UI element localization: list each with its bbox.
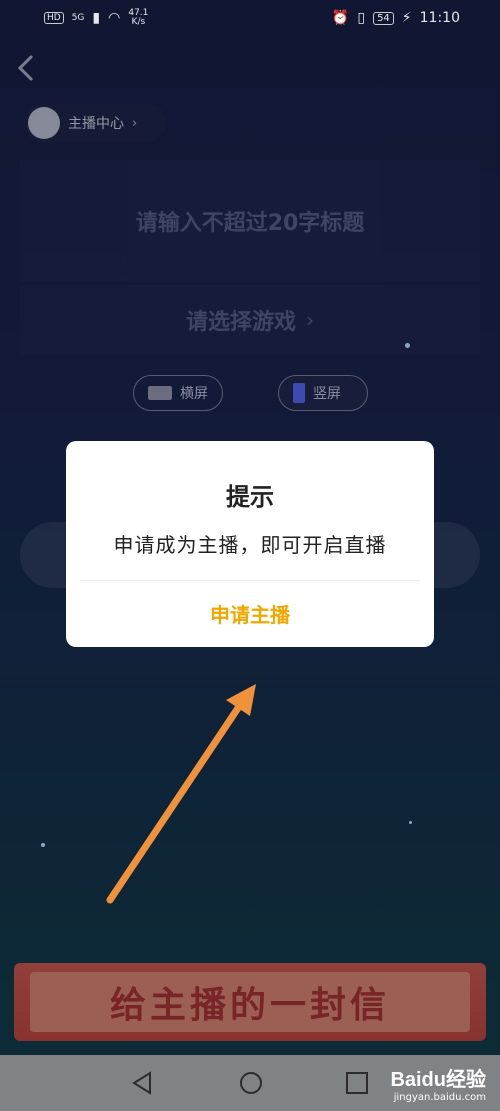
letter-banner-label: 给主播的一封信 [109, 985, 390, 1026]
watermark-url: jingyan.baidu.com [393, 1092, 486, 1103]
nav-back-icon[interactable] [130, 1069, 156, 1097]
watermark-brand: Baidu经验 [390, 1069, 486, 1091]
baidu-watermark: Baidu经验 jingyan.baidu.com [390, 1063, 486, 1103]
letter-banner[interactable]: 给主播的一封信 [14, 963, 486, 1041]
annotation-arrow-icon [106, 684, 256, 904]
letter-banner-inner: 给主播的一封信 [30, 972, 470, 1032]
system-nav-bar: Baidu经验 jingyan.baidu.com [0, 1055, 500, 1111]
nav-recent-icon[interactable] [344, 1069, 370, 1097]
nav-home-icon[interactable] [238, 1069, 264, 1097]
